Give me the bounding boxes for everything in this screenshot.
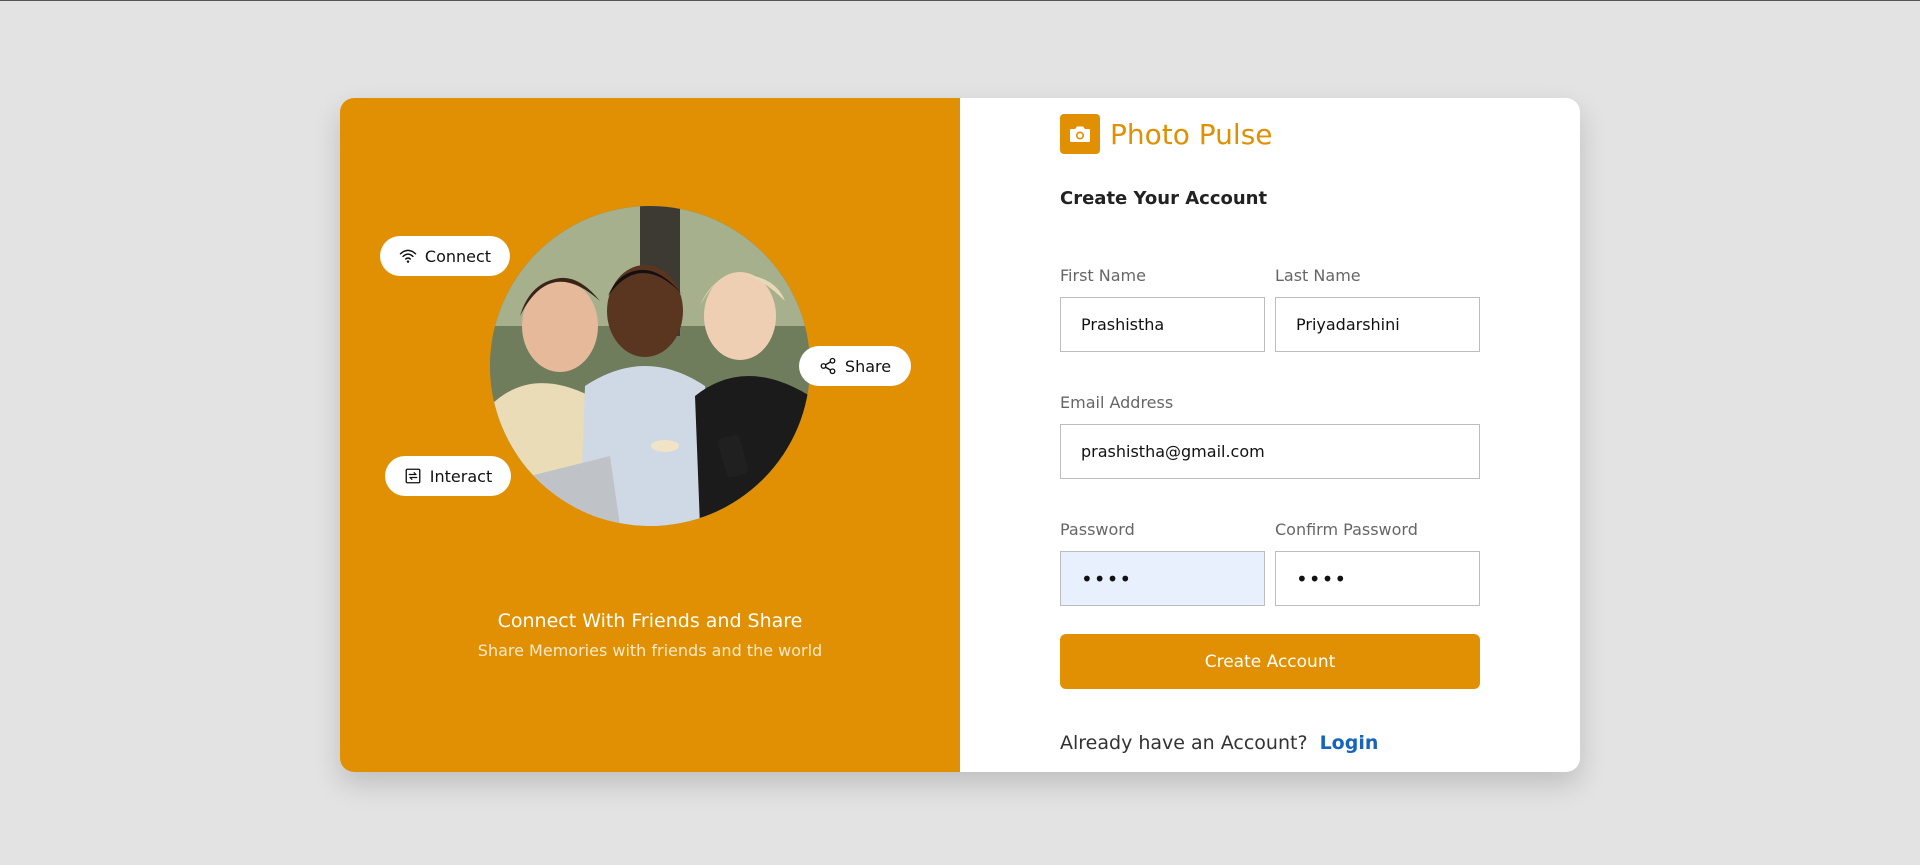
- password-label: Password: [1060, 520, 1135, 539]
- connect-pill[interactable]: Connect: [380, 236, 510, 276]
- hero-photo-illustration: [490, 206, 810, 526]
- first-name-label: First Name: [1060, 266, 1146, 285]
- top-border: [0, 0, 1920, 1]
- hero-subtitle: Share Memories with friends and the worl…: [477, 641, 823, 660]
- login-prompt-text: Already have an Account?: [1060, 732, 1308, 754]
- hero-panel: Connect Share Interact Connect With Frie…: [340, 98, 960, 772]
- password-input[interactable]: [1060, 551, 1265, 606]
- signup-card: Connect Share Interact Connect With Frie…: [340, 98, 1580, 772]
- brand-name: Photo Pulse: [1110, 117, 1273, 151]
- interact-pill-label: Interact: [429, 466, 493, 486]
- wifi-icon: [399, 249, 417, 263]
- hero-photo: [490, 206, 810, 526]
- hero-title: Connect With Friends and Share: [497, 610, 803, 632]
- share-icon: [820, 357, 836, 375]
- form-heading: Create Your Account: [1060, 188, 1268, 209]
- email-input[interactable]: [1060, 424, 1480, 479]
- login-link[interactable]: Login: [1320, 732, 1379, 754]
- connect-pill-label: Connect: [424, 246, 492, 266]
- create-account-button[interactable]: Create Account: [1060, 634, 1480, 689]
- interact-pill[interactable]: Interact: [385, 456, 511, 496]
- brand: Photo Pulse: [1060, 114, 1273, 154]
- confirm-password-input[interactable]: [1275, 551, 1480, 606]
- confirm-password-label: Confirm Password: [1275, 520, 1418, 539]
- last-name-label: Last Name: [1275, 266, 1361, 285]
- first-name-input[interactable]: [1060, 297, 1265, 352]
- login-prompt: Already have an Account? Login: [1060, 732, 1378, 754]
- interact-icon: [405, 468, 421, 484]
- share-pill-label: Share: [844, 356, 892, 376]
- last-name-input[interactable]: [1275, 297, 1480, 352]
- camera-icon: [1060, 114, 1100, 154]
- form-panel: Photo Pulse Create Your Account First Na…: [960, 98, 1580, 772]
- email-label: Email Address: [1060, 393, 1174, 412]
- share-pill[interactable]: Share: [799, 346, 911, 386]
